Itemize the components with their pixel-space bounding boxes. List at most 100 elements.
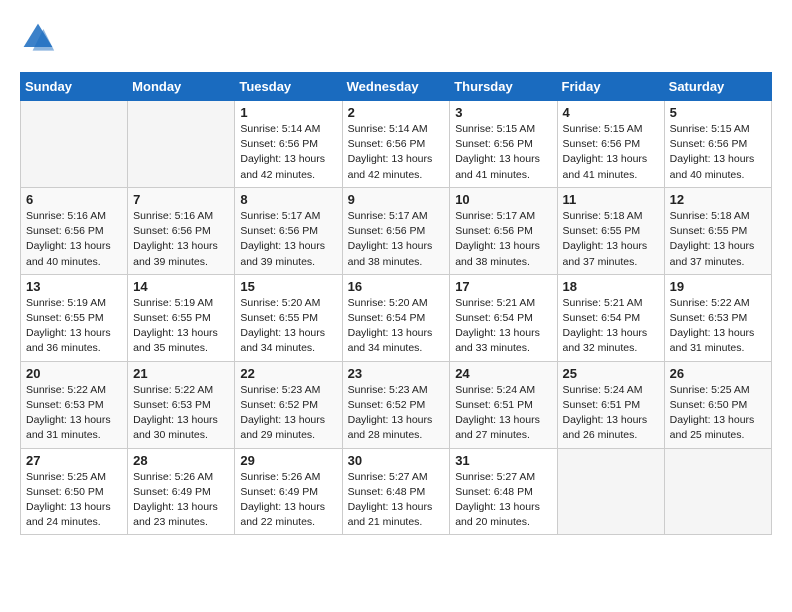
day-info: Sunrise: 5:22 AM Sunset: 6:53 PM Dayligh… xyxy=(133,383,229,444)
calendar-cell: 2 Sunrise: 5:14 AM Sunset: 6:56 PM Daylig… xyxy=(342,101,450,188)
day-number: 2 xyxy=(348,105,445,120)
day-number: 18 xyxy=(563,279,659,294)
calendar-cell: 17Sunrise: 5:21 AM Sunset: 6:54 PM Dayli… xyxy=(450,274,557,361)
day-info: Sunrise: 5:14 AM Sunset: 6:56 PM Dayligh… xyxy=(240,122,336,183)
calendar-cell: 19 Sunrise: 5:22 AM Sunset: 6:53 PM Dayli… xyxy=(664,274,771,361)
day-info: Sunrise: 5:17 AM Sunset: 6:56 PM Dayligh… xyxy=(455,209,551,270)
calendar-table: SundayMondayTuesdayWednesdayThursdayFrid… xyxy=(20,72,772,535)
day-info: Sunrise: 5:15 AM Sunset: 6:56 PM Dayligh… xyxy=(563,122,659,183)
day-number: 10 xyxy=(455,192,551,207)
calendar-cell xyxy=(21,101,128,188)
day-number: 20 xyxy=(26,366,122,381)
calendar-week-row: 20 Sunrise: 5:22 AM Sunset: 6:53 PM Dayli… xyxy=(21,361,772,448)
calendar-cell: 29Sunrise: 5:26 AM Sunset: 6:49 PM Dayli… xyxy=(235,448,342,535)
column-header-sunday: Sunday xyxy=(21,73,128,101)
day-number: 13 xyxy=(26,279,122,294)
day-info: Sunrise: 5:14 AM Sunset: 6:56 PM Dayligh… xyxy=(348,122,445,183)
column-header-tuesday: Tuesday xyxy=(235,73,342,101)
calendar-cell: 4 Sunrise: 5:15 AM Sunset: 6:56 PM Daylig… xyxy=(557,101,664,188)
day-info: Sunrise: 5:15 AM Sunset: 6:56 PM Dayligh… xyxy=(455,122,551,183)
day-info: Sunrise: 5:23 AM Sunset: 6:52 PM Dayligh… xyxy=(348,383,445,444)
calendar-cell: 12Sunrise: 5:18 AM Sunset: 6:55 PM Dayli… xyxy=(664,187,771,274)
calendar-cell: 20 Sunrise: 5:22 AM Sunset: 6:53 PM Dayli… xyxy=(21,361,128,448)
day-info: Sunrise: 5:19 AM Sunset: 6:55 PM Dayligh… xyxy=(133,296,229,357)
day-number: 8 xyxy=(240,192,336,207)
calendar-cell: 7Sunrise: 5:16 AM Sunset: 6:56 PM Daylig… xyxy=(128,187,235,274)
day-number: 19 xyxy=(670,279,766,294)
logo xyxy=(20,20,60,56)
day-info: Sunrise: 5:26 AM Sunset: 6:49 PM Dayligh… xyxy=(133,470,229,531)
day-info: Sunrise: 5:17 AM Sunset: 6:56 PM Dayligh… xyxy=(348,209,445,270)
calendar-cell xyxy=(664,448,771,535)
day-info: Sunrise: 5:25 AM Sunset: 6:50 PM Dayligh… xyxy=(26,470,122,531)
calendar-cell: 1 Sunrise: 5:14 AM Sunset: 6:56 PM Daylig… xyxy=(235,101,342,188)
day-number: 25 xyxy=(563,366,659,381)
day-number: 4 xyxy=(563,105,659,120)
calendar-cell: 14Sunrise: 5:19 AM Sunset: 6:55 PM Dayli… xyxy=(128,274,235,361)
calendar-cell: 9 Sunrise: 5:17 AM Sunset: 6:56 PM Daylig… xyxy=(342,187,450,274)
day-number: 12 xyxy=(670,192,766,207)
day-number: 16 xyxy=(348,279,445,294)
calendar-cell: 24Sunrise: 5:24 AM Sunset: 6:51 PM Dayli… xyxy=(450,361,557,448)
day-number: 21 xyxy=(133,366,229,381)
day-number: 5 xyxy=(670,105,766,120)
calendar-cell: 16 Sunrise: 5:20 AM Sunset: 6:54 PM Dayli… xyxy=(342,274,450,361)
calendar-cell: 22Sunrise: 5:23 AM Sunset: 6:52 PM Dayli… xyxy=(235,361,342,448)
calendar-week-row: 6Sunrise: 5:16 AM Sunset: 6:56 PM Daylig… xyxy=(21,187,772,274)
calendar-cell: 28 Sunrise: 5:26 AM Sunset: 6:49 PM Dayli… xyxy=(128,448,235,535)
day-number: 27 xyxy=(26,453,122,468)
calendar-cell: 26 Sunrise: 5:25 AM Sunset: 6:50 PM Dayli… xyxy=(664,361,771,448)
day-number: 23 xyxy=(348,366,445,381)
calendar-cell: 15 Sunrise: 5:20 AM Sunset: 6:55 PM Dayli… xyxy=(235,274,342,361)
day-info: Sunrise: 5:27 AM Sunset: 6:48 PM Dayligh… xyxy=(348,470,445,531)
calendar-cell: 30 Sunrise: 5:27 AM Sunset: 6:48 PM Dayli… xyxy=(342,448,450,535)
calendar-cell: 6Sunrise: 5:16 AM Sunset: 6:56 PM Daylig… xyxy=(21,187,128,274)
day-number: 31 xyxy=(455,453,551,468)
calendar-cell: 11Sunrise: 5:18 AM Sunset: 6:55 PM Dayli… xyxy=(557,187,664,274)
logo-icon xyxy=(20,20,56,56)
day-info: Sunrise: 5:20 AM Sunset: 6:54 PM Dayligh… xyxy=(348,296,445,357)
day-info: Sunrise: 5:23 AM Sunset: 6:52 PM Dayligh… xyxy=(240,383,336,444)
day-info: Sunrise: 5:18 AM Sunset: 6:55 PM Dayligh… xyxy=(563,209,659,270)
day-number: 29 xyxy=(240,453,336,468)
calendar-week-row: 13 Sunrise: 5:19 AM Sunset: 6:55 PM Dayli… xyxy=(21,274,772,361)
calendar-week-row: 27 Sunrise: 5:25 AM Sunset: 6:50 PM Dayli… xyxy=(21,448,772,535)
calendar-cell xyxy=(557,448,664,535)
calendar-cell: 27 Sunrise: 5:25 AM Sunset: 6:50 PM Dayli… xyxy=(21,448,128,535)
day-number: 15 xyxy=(240,279,336,294)
column-header-wednesday: Wednesday xyxy=(342,73,450,101)
day-number: 28 xyxy=(133,453,229,468)
calendar-cell: 23 Sunrise: 5:23 AM Sunset: 6:52 PM Dayli… xyxy=(342,361,450,448)
day-info: Sunrise: 5:21 AM Sunset: 6:54 PM Dayligh… xyxy=(455,296,551,357)
calendar-cell: 25 Sunrise: 5:24 AM Sunset: 6:51 PM Dayli… xyxy=(557,361,664,448)
day-info: Sunrise: 5:25 AM Sunset: 6:50 PM Dayligh… xyxy=(670,383,766,444)
calendar-cell: 31Sunrise: 5:27 AM Sunset: 6:48 PM Dayli… xyxy=(450,448,557,535)
day-number: 30 xyxy=(348,453,445,468)
day-number: 1 xyxy=(240,105,336,120)
calendar-week-row: 1 Sunrise: 5:14 AM Sunset: 6:56 PM Daylig… xyxy=(21,101,772,188)
day-number: 3 xyxy=(455,105,551,120)
column-header-friday: Friday xyxy=(557,73,664,101)
column-header-saturday: Saturday xyxy=(664,73,771,101)
day-info: Sunrise: 5:24 AM Sunset: 6:51 PM Dayligh… xyxy=(455,383,551,444)
day-info: Sunrise: 5:17 AM Sunset: 6:56 PM Dayligh… xyxy=(240,209,336,270)
calendar-cell: 5 Sunrise: 5:15 AM Sunset: 6:56 PM Daylig… xyxy=(664,101,771,188)
day-info: Sunrise: 5:20 AM Sunset: 6:55 PM Dayligh… xyxy=(240,296,336,357)
column-header-thursday: Thursday xyxy=(450,73,557,101)
day-info: Sunrise: 5:22 AM Sunset: 6:53 PM Dayligh… xyxy=(670,296,766,357)
calendar-header-row: SundayMondayTuesdayWednesdayThursdayFrid… xyxy=(21,73,772,101)
day-info: Sunrise: 5:19 AM Sunset: 6:55 PM Dayligh… xyxy=(26,296,122,357)
calendar-cell: 3 Sunrise: 5:15 AM Sunset: 6:56 PM Daylig… xyxy=(450,101,557,188)
day-info: Sunrise: 5:16 AM Sunset: 6:56 PM Dayligh… xyxy=(26,209,122,270)
calendar-cell: 18Sunrise: 5:21 AM Sunset: 6:54 PM Dayli… xyxy=(557,274,664,361)
day-number: 9 xyxy=(348,192,445,207)
day-info: Sunrise: 5:15 AM Sunset: 6:56 PM Dayligh… xyxy=(670,122,766,183)
calendar-cell xyxy=(128,101,235,188)
day-info: Sunrise: 5:22 AM Sunset: 6:53 PM Dayligh… xyxy=(26,383,122,444)
day-number: 26 xyxy=(670,366,766,381)
calendar-cell: 21 Sunrise: 5:22 AM Sunset: 6:53 PM Dayli… xyxy=(128,361,235,448)
day-info: Sunrise: 5:24 AM Sunset: 6:51 PM Dayligh… xyxy=(563,383,659,444)
column-header-monday: Monday xyxy=(128,73,235,101)
calendar-cell: 13 Sunrise: 5:19 AM Sunset: 6:55 PM Dayli… xyxy=(21,274,128,361)
day-info: Sunrise: 5:16 AM Sunset: 6:56 PM Dayligh… xyxy=(133,209,229,270)
